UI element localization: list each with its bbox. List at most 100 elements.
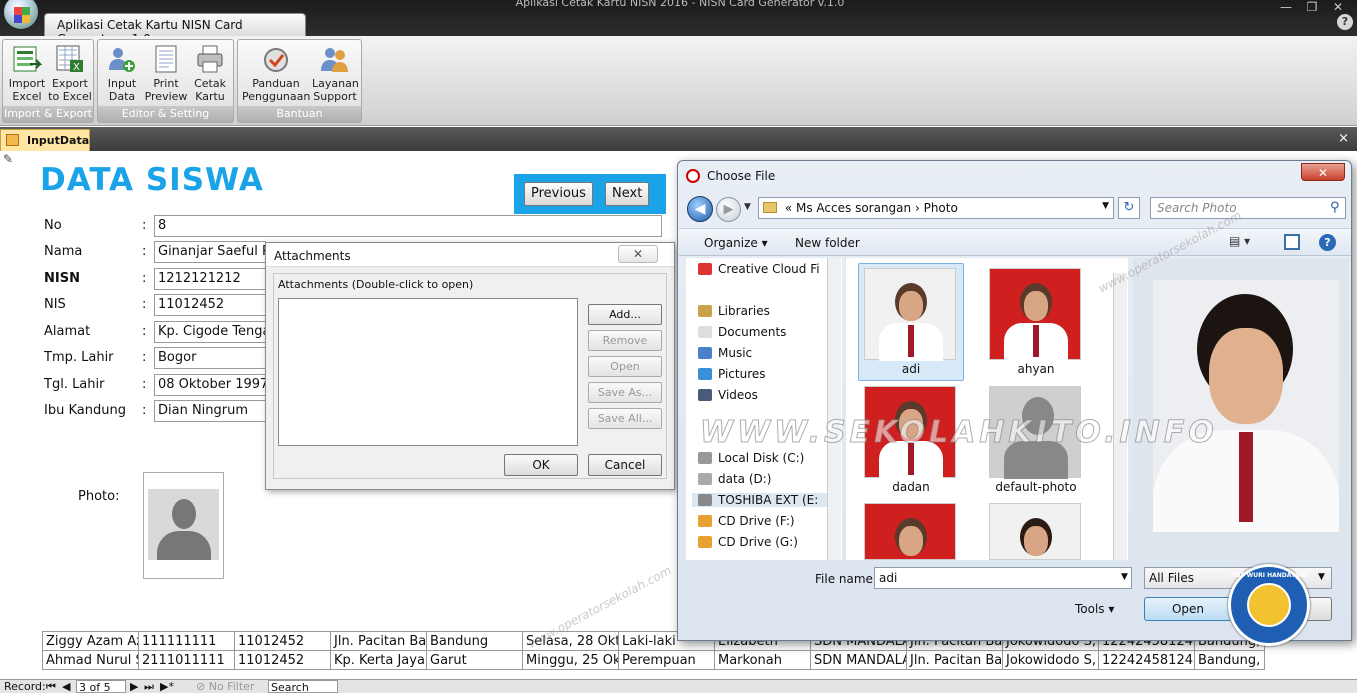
tab-inputdata[interactable]: InputData [0,129,90,151]
photo-field[interactable] [143,472,224,579]
input-data-button[interactable]: Input Data [102,44,142,103]
file-type-dropdown-icon[interactable]: ▼ [1318,572,1325,582]
cetak-kartu-button[interactable]: Cetak Kartu [190,44,230,103]
field-value[interactable]: 1212121212 [154,268,266,290]
preview-pane-icon[interactable] [1284,234,1300,250]
address-dropdown-icon[interactable]: ▼ [1102,201,1109,211]
remove-button[interactable]: Remove [588,330,662,351]
change-view-icon[interactable]: ▤ ▾ [1229,234,1250,248]
table-cell[interactable]: 111111111 [138,631,235,651]
table-cell[interactable]: Jln. Pacitan Bar [906,650,1003,670]
table-cell[interactable]: 2111011111 [138,650,235,670]
history-dropdown-icon[interactable]: ▼ [744,202,751,212]
table-cell[interactable]: 11012452 [234,631,331,651]
layanan-support-button[interactable]: Layanan Support [312,44,359,103]
nav-scrollbar[interactable] [827,258,841,560]
table-cell[interactable]: Ahmad Nurul S [42,650,139,670]
table-cell[interactable]: 11012452 [234,650,331,670]
previous-button[interactable]: Previous [524,182,593,206]
nav-item[interactable]: Videos [698,388,758,402]
prev-record-icon[interactable]: ◀ [62,680,70,693]
file-label-ahyan[interactable]: ahyan [976,362,1096,376]
path-segment-current[interactable]: Photo [924,201,958,215]
next-record-icon[interactable]: ▶ [130,680,138,693]
import-excel-button[interactable]: Import Excel [5,44,49,103]
export-excel-button[interactable]: X Export to Excel [48,44,92,103]
maximize-icon[interactable]: ❐ [1299,0,1325,14]
open-attachment-button[interactable]: Open [588,356,662,377]
nav-item[interactable]: data (D:) [698,472,772,486]
ok-button[interactable]: OK [504,454,578,476]
file-thumb-adi[interactable] [864,268,956,361]
add-button[interactable]: Add... [588,304,662,325]
nav-item[interactable]: Documents [698,325,786,339]
table-cell[interactable]: Jokowidodo S, [1002,650,1099,670]
nav-item[interactable]: CD Drive (G:) [698,535,798,549]
filter-indicator[interactable]: ⊘ No Filter [196,680,254,693]
close-dialog-icon[interactable]: ✕ [1301,163,1345,181]
file-thumb-6[interactable] [989,503,1081,560]
help-dialog-icon[interactable]: ? [1319,234,1336,251]
table-cell[interactable]: Ziggy Azam Azi [42,631,139,651]
table-cell[interactable]: Bandung [426,631,523,651]
last-record-icon[interactable]: ⏭ [144,680,154,693]
close-window-icon[interactable]: ✕ [1325,0,1351,14]
document-tab[interactable]: Aplikasi Cetak Kartu NISN Card Generator… [44,13,306,46]
field-value[interactable]: 11012452 [154,294,266,316]
nav-item[interactable]: Music [698,346,752,360]
organize-menu[interactable]: Organize ▾ [704,236,768,250]
search-icon[interactable]: ⚲ [1330,200,1340,215]
back-arrow-icon[interactable]: ◀ [687,196,713,222]
print-preview-button[interactable]: Print Preview [144,44,188,103]
file-label-default-photo[interactable]: default-photo [976,480,1096,494]
file-label-dadan[interactable]: dadan [851,480,971,494]
record-position[interactable]: 3 of 5 [76,680,126,693]
file-label-adi[interactable]: adi [851,362,971,376]
search-input[interactable]: Search [268,680,338,693]
table-cell[interactable]: Garut [426,650,523,670]
close-tab-icon[interactable]: × [1338,131,1349,146]
field-value[interactable]: 8 [154,215,662,237]
address-bar[interactable]: « Ms Acces sorangan › Photo ▼ [758,197,1114,219]
file-name-input[interactable]: adi [874,567,1132,589]
nav-item[interactable]: Local Disk (C:) [698,451,804,465]
table-cell[interactable]: Perempuan [618,650,715,670]
close-icon[interactable]: ✕ [618,245,658,263]
table-cell[interactable]: SDN MANDALA [810,650,907,670]
nav-item[interactable]: TOSHIBA EXT (E: [692,493,834,507]
attachments-cancel-button[interactable]: Cancel [588,454,662,476]
nav-item[interactable]: CD Drive (F:) [698,514,795,528]
tools-menu[interactable]: Tools ▾ [1075,602,1114,616]
table-row[interactable]: Ahmad Nurul S 2111011111 11012452 Kp. Kerta… [42,650,1265,670]
nav-item[interactable]: Pictures [698,367,766,381]
search-photo-input[interactable]: Search Photo [1150,197,1346,219]
next-button[interactable]: Next [605,182,650,206]
attachments-list[interactable] [278,298,578,446]
table-cell[interactable]: Minggu, 25 Okt [522,650,619,670]
file-name-dropdown-icon[interactable]: ▼ [1121,572,1128,582]
table-cell[interactable]: Markonah [714,650,811,670]
open-button[interactable]: Open [1144,597,1232,621]
forward-arrow-icon[interactable]: ▶ [716,197,741,222]
field-value[interactable]: Kp. Cigode Tengal [154,321,266,343]
nav-item[interactable]: Creative Cloud Fi [698,262,820,276]
minimize-icon[interactable]: — [1273,0,1299,14]
field-value[interactable]: 08 Oktober 1997 [154,374,266,396]
file-thumb-5[interactable] [864,503,956,560]
nav-item[interactable]: Libraries [698,304,770,318]
path-overflow[interactable]: « [785,201,792,215]
table-cell[interactable]: Jln. Pacitan Bar [330,631,427,651]
field-value[interactable]: Dian Ningrum [154,400,266,422]
table-cell[interactable]: Kp. Kerta Jaya [330,650,427,670]
new-record-icon[interactable]: ▶* [160,680,174,693]
field-value[interactable]: Bogor [154,347,266,369]
table-cell[interactable]: 1224245812425 [1098,650,1195,670]
first-record-icon[interactable]: ⏮ [46,680,56,693]
path-segment-parent[interactable]: Ms Acces sorangan [796,201,911,215]
save-all-button[interactable]: Save All... [588,408,662,429]
help-icon[interactable]: ? [1337,14,1353,30]
new-folder-button[interactable]: New folder [795,236,860,250]
panduan-penggunaan-button[interactable]: Panduan Penggunaan [242,44,310,103]
table-cell[interactable]: Bandung, 14 [1194,650,1265,670]
save-as-button[interactable]: Save As... [588,382,662,403]
